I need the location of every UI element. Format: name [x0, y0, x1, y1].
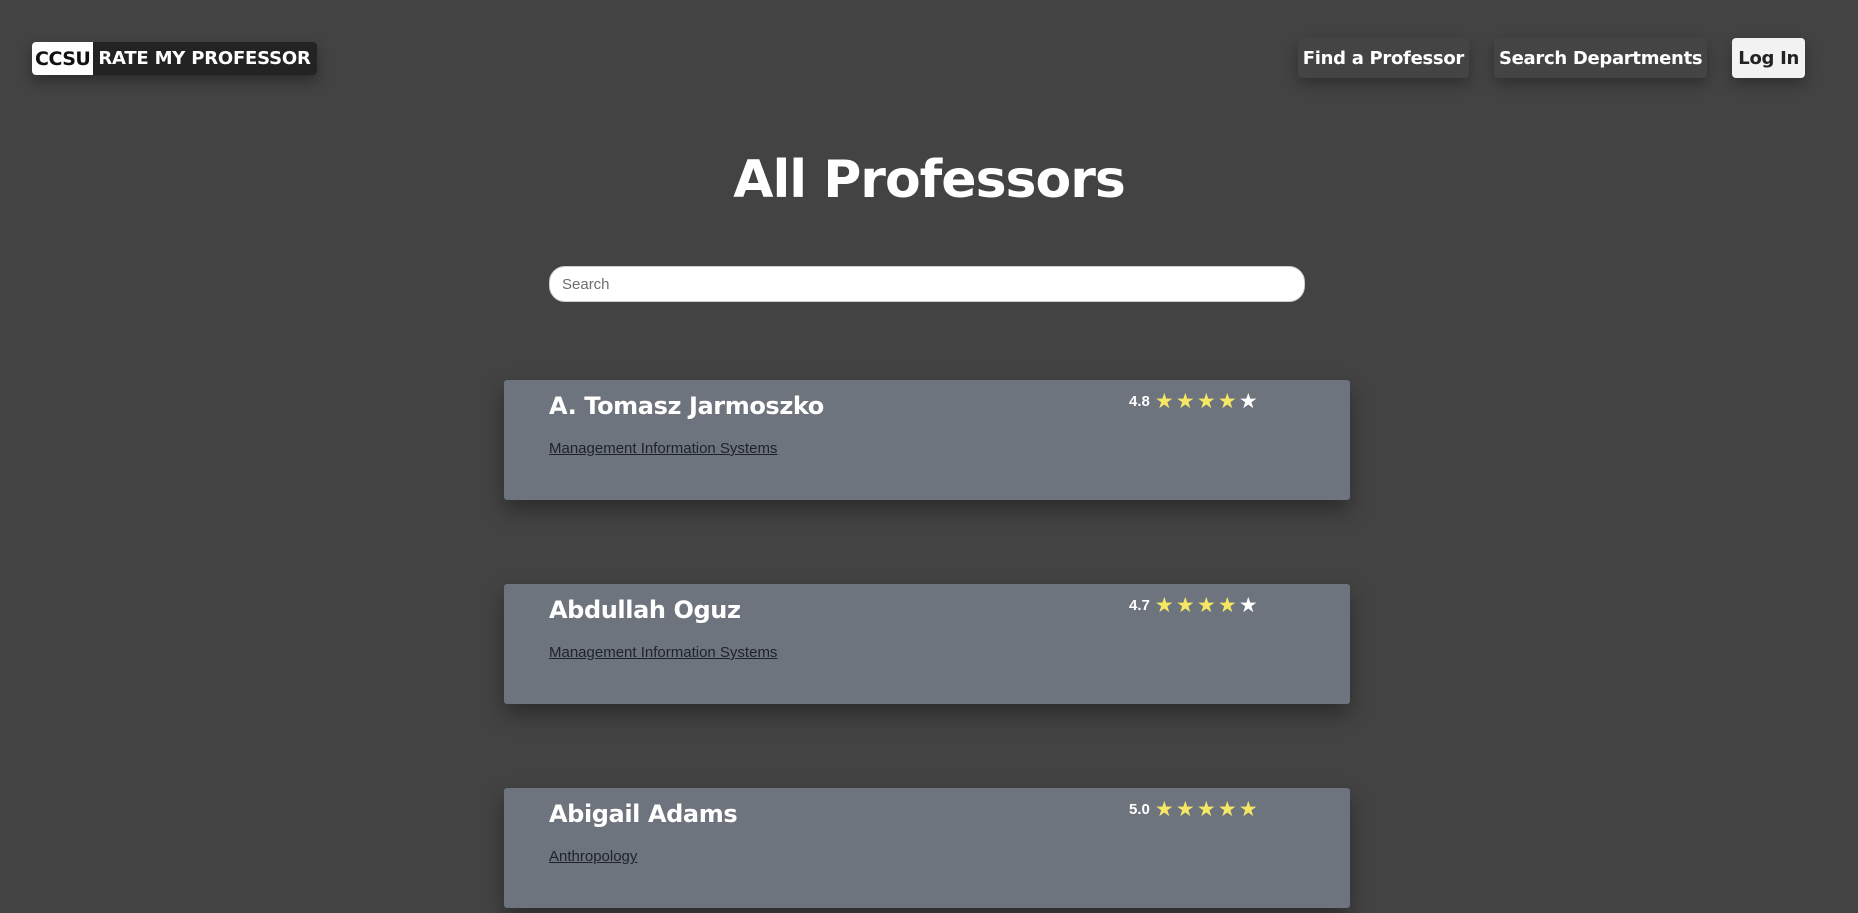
- star-filled-icon: ★: [1217, 389, 1237, 413]
- professor-name[interactable]: A. Tomasz Jarmoszko: [549, 392, 824, 420]
- find-professor-button[interactable]: Find a Professor: [1297, 38, 1469, 78]
- search-input[interactable]: [549, 266, 1305, 302]
- rating-value: 4.7: [1129, 597, 1150, 614]
- rating: 4.8 ★ ★ ★ ★ ★: [1129, 389, 1258, 413]
- department-link[interactable]: Management Information Systems: [549, 440, 777, 457]
- star-filled-icon: ★: [1217, 797, 1237, 821]
- logo-ccsu: CCSU: [32, 42, 94, 75]
- professor-card[interactable]: Abigail Adams Anthropology 5.0 ★ ★ ★ ★ ★: [504, 788, 1350, 908]
- rating: 4.7 ★ ★ ★ ★ ★: [1129, 593, 1258, 617]
- star-filled-icon: ★: [1217, 593, 1237, 617]
- star-filled-icon: ★: [1196, 593, 1216, 617]
- star-filled-icon: ★: [1154, 593, 1174, 617]
- professor-card[interactable]: A. Tomasz Jarmoszko Management Informati…: [504, 380, 1350, 500]
- star-filled-icon: ★: [1196, 389, 1216, 413]
- star-rating: ★ ★ ★ ★ ★: [1154, 593, 1258, 617]
- star-rating: ★ ★ ★ ★ ★: [1154, 797, 1258, 821]
- rating: 5.0 ★ ★ ★ ★ ★: [1129, 797, 1258, 821]
- star-empty-icon: ★: [1238, 389, 1258, 413]
- rating-value: 5.0: [1129, 801, 1150, 818]
- star-filled-icon: ★: [1175, 797, 1195, 821]
- star-filled-icon: ★: [1175, 593, 1195, 617]
- star-filled-icon: ★: [1175, 389, 1195, 413]
- department-link[interactable]: Management Information Systems: [549, 644, 777, 661]
- star-filled-icon: ★: [1154, 389, 1174, 413]
- department-link[interactable]: Anthropology: [549, 848, 637, 865]
- main-nav: Find a Professor Search Departments Log …: [1297, 38, 1805, 78]
- professor-name[interactable]: Abigail Adams: [549, 800, 738, 828]
- logo-title: RATE MY PROFESSOR: [98, 48, 311, 69]
- login-button[interactable]: Log In: [1732, 38, 1805, 78]
- star-filled-icon: ★: [1238, 797, 1258, 821]
- star-rating: ★ ★ ★ ★ ★: [1154, 389, 1258, 413]
- professor-name[interactable]: Abdullah Oguz: [549, 596, 741, 624]
- star-empty-icon: ★: [1238, 593, 1258, 617]
- star-filled-icon: ★: [1154, 797, 1174, 821]
- search-departments-button[interactable]: Search Departments: [1493, 38, 1708, 78]
- professor-card[interactable]: Abdullah Oguz Management Information Sys…: [504, 584, 1350, 704]
- search-bar: [549, 266, 1305, 302]
- site-header: CCSU RATE MY PROFESSOR Find a Professor …: [0, 0, 1858, 120]
- rating-value: 4.8: [1129, 393, 1150, 410]
- page-title: All Professors: [733, 150, 1126, 210]
- star-filled-icon: ★: [1196, 797, 1216, 821]
- site-logo[interactable]: CCSU RATE MY PROFESSOR: [32, 42, 317, 75]
